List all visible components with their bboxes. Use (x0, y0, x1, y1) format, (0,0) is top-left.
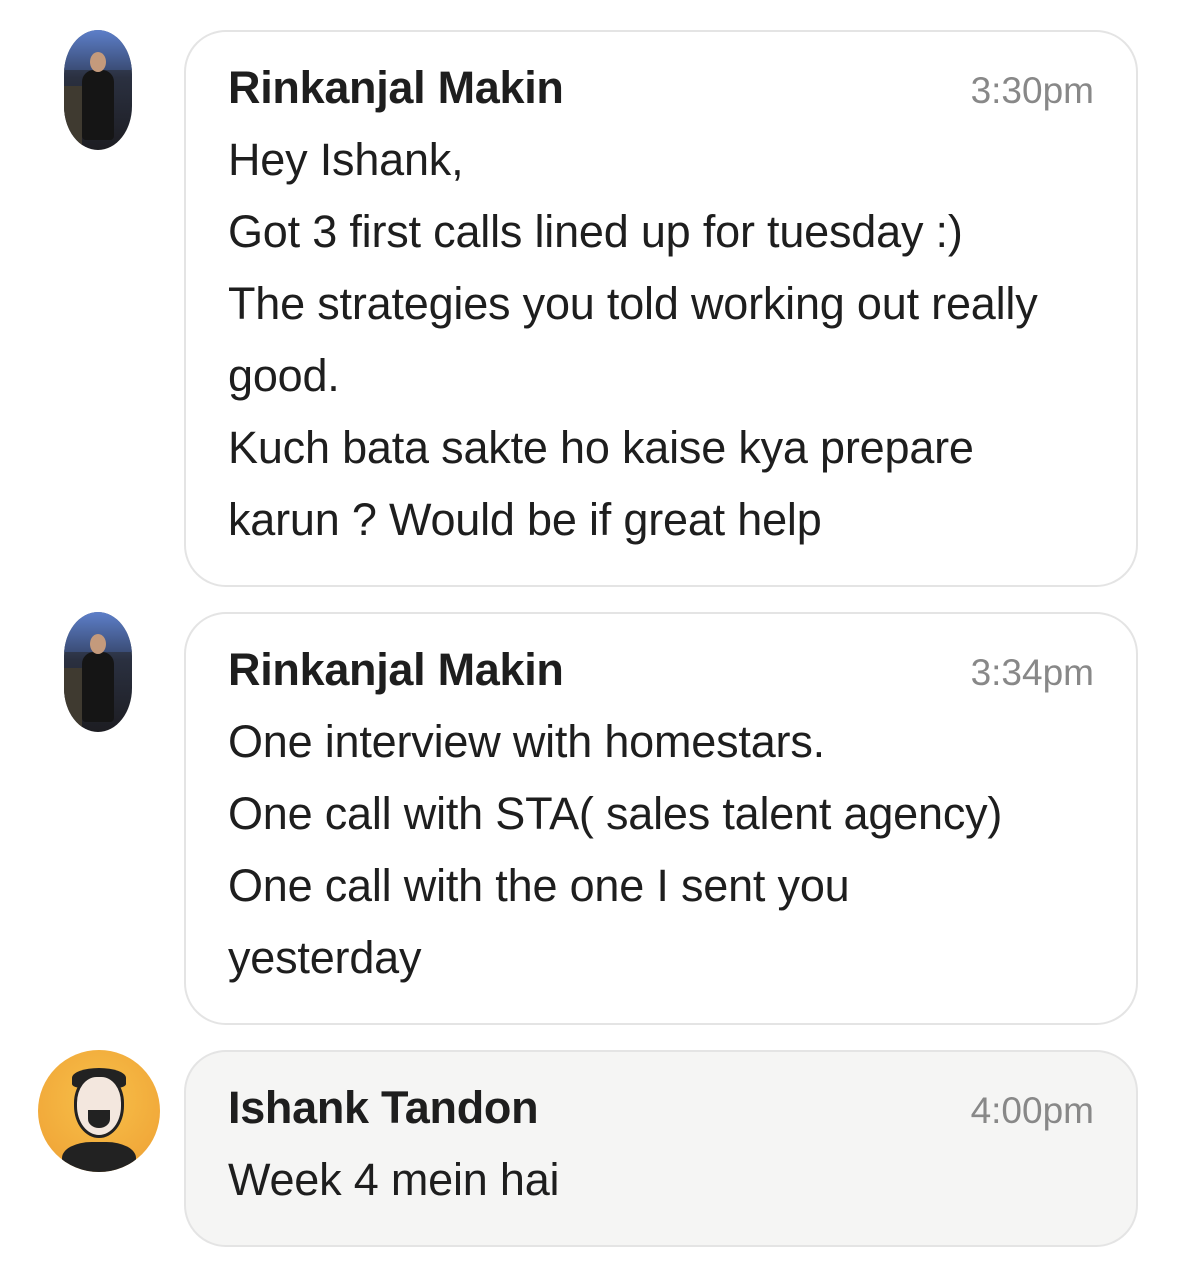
message-line: yesterday (228, 932, 422, 983)
message-line: Week 4 mein hai (228, 1154, 560, 1205)
sender-avatar[interactable] (64, 30, 132, 150)
sender-name[interactable]: Rinkanjal Makin (228, 62, 564, 114)
message-timestamp: 3:30pm (970, 70, 1094, 111)
message-bubble[interactable]: Rinkanjal Makin 3:30pm Hey Ishank, Got 3… (184, 30, 1138, 587)
message-bubble[interactable]: Ishank Tandon 4:00pm Week 4 mein hai (184, 1050, 1138, 1247)
message-line: One call with the one I sent you (228, 860, 850, 911)
message-line: karun ? Would be if great help (228, 494, 822, 545)
message-line: One call with STA( sales talent agency) (228, 788, 1003, 839)
message-line: Kuch bata sakte ho kaise kya prepare (228, 422, 974, 473)
message-line: The strategies you told working out real… (228, 278, 1038, 329)
sender-avatar[interactable] (64, 612, 132, 732)
message-line: good. (228, 350, 340, 401)
sender-name[interactable]: Rinkanjal Makin (228, 644, 564, 696)
message-line: Hey Ishank, (228, 134, 464, 185)
chat-thread: Rinkanjal Makin 3:30pm Hey Ishank, Got 3… (0, 0, 1179, 1279)
message-timestamp: 3:34pm (970, 652, 1094, 693)
message-line: Got 3 first calls lined up for tuesday :… (228, 206, 963, 257)
message-timestamp: 4:00pm (970, 1090, 1094, 1131)
sender-name[interactable]: Ishank Tandon (228, 1082, 539, 1134)
message-line: One interview with homestars. (228, 716, 825, 767)
sender-avatar[interactable] (38, 1050, 160, 1172)
message-bubble[interactable]: Rinkanjal Makin 3:34pm One interview wit… (184, 612, 1138, 1025)
